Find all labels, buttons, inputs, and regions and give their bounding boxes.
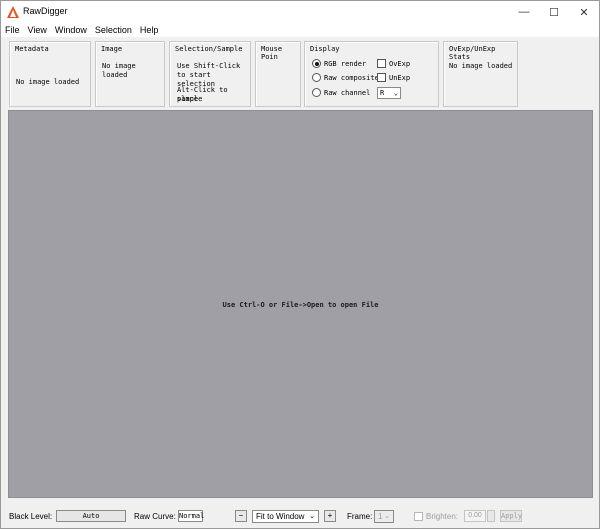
chevron-down-icon: ⌄ [309,513,315,520]
metadata-panel-title: Metadata [15,45,49,53]
brighten-checkbox[interactable] [414,512,423,521]
brighten-field[interactable]: 0.00 [464,510,486,522]
zoom-in-button[interactable]: + [324,510,336,522]
image-canvas[interactable]: Use Ctrl-O or File->Open to open File [8,110,593,498]
menu-selection[interactable]: Selection [91,23,136,37]
zoom-mode-select[interactable]: Fit to Window ⌄ [252,510,319,523]
selection-hint-line1: Use Shift-Click [177,62,241,70]
ovexp-label: OvExp [389,60,411,68]
ovexp-unexp-stats-panel: OvExp/UnExp Stats No image loaded [443,41,518,107]
raw-curve-label: Raw Curve: [134,512,176,521]
stats-panel-title: OvExp/UnExp Stats [449,45,496,61]
menu-help[interactable]: Help [136,23,163,37]
chevron-down-icon: ⌄ [393,89,398,97]
open-file-hint: Use Ctrl-O or File->Open to open File [222,301,379,309]
image-panel-title: Image [101,45,123,53]
image-status: No image loaded [102,62,136,79]
raw-curve-field[interactable]: Normal [178,510,204,522]
app-window: RawDigger — ☐ ✕ File View Window Selecti… [0,0,600,529]
display-panel: Display RGB render Raw composite Raw cha… [304,41,439,107]
black-level-label: Black Level: [9,512,53,521]
zoom-out-button[interactable]: − [235,510,247,522]
raw-channel-label: Raw channel [324,89,371,97]
unexp-label: UnExp [389,74,411,82]
menu-window[interactable]: Window [51,23,91,37]
rgb-render-label: RGB render [324,60,367,68]
status-bar: Black Level: Auto Raw Curve: Normal − Fi… [1,504,599,528]
menu-view[interactable]: View [24,23,51,37]
rawdigger-logo-icon [7,6,19,18]
stats-status: No image loaded [449,62,513,70]
selection-panel: Selection/Sample Use Shift-Click to star… [169,41,251,107]
apply-button[interactable]: Apply [500,510,522,522]
raw-channel-select-value: R [380,89,385,97]
info-panels: Metadata No image loaded Image No image … [1,37,599,109]
menu-file[interactable]: File [1,23,24,37]
sample-hint-line2: sample [177,95,203,103]
ovexp-checkbox[interactable] [377,59,386,68]
window-title: RawDigger [23,6,68,16]
zoom-mode-value: Fit to Window [256,512,305,521]
image-panel: Image No image loaded [95,41,165,107]
frame-label: Frame: [347,512,373,521]
frame-value: 1 [378,512,383,521]
maximize-button[interactable]: ☐ [539,1,569,23]
brighten-spinner[interactable] [487,510,495,522]
selection-panel-title: Selection/Sample [175,45,243,53]
raw-channel-radio[interactable] [312,88,321,97]
raw-channel-select[interactable]: R ⌄ [377,87,401,99]
frame-select[interactable]: 1 ⌄ [374,510,394,523]
mouse-point-panel: Mouse Poin [255,41,301,107]
brighten-label: Brighten: [426,512,459,521]
black-level-field[interactable]: Auto [56,510,126,522]
mouse-point-panel-title: Mouse Poin [261,45,283,61]
raw-composite-label: Raw composite [324,74,379,82]
display-panel-title: Display [310,45,340,53]
metadata-panel: Metadata No image loaded [9,41,91,107]
minimize-button[interactable]: — [509,1,539,23]
chevron-down-icon: ⌄ [384,513,390,520]
title-bar[interactable]: RawDigger — ☐ ✕ [1,1,599,23]
close-button[interactable]: ✕ [569,1,599,23]
menu-bar: File View Window Selection Help [1,23,599,37]
raw-composite-radio[interactable] [312,73,321,82]
rgb-render-radio[interactable] [312,59,321,68]
unexp-checkbox[interactable] [377,73,386,82]
metadata-status: No image loaded [16,78,80,86]
